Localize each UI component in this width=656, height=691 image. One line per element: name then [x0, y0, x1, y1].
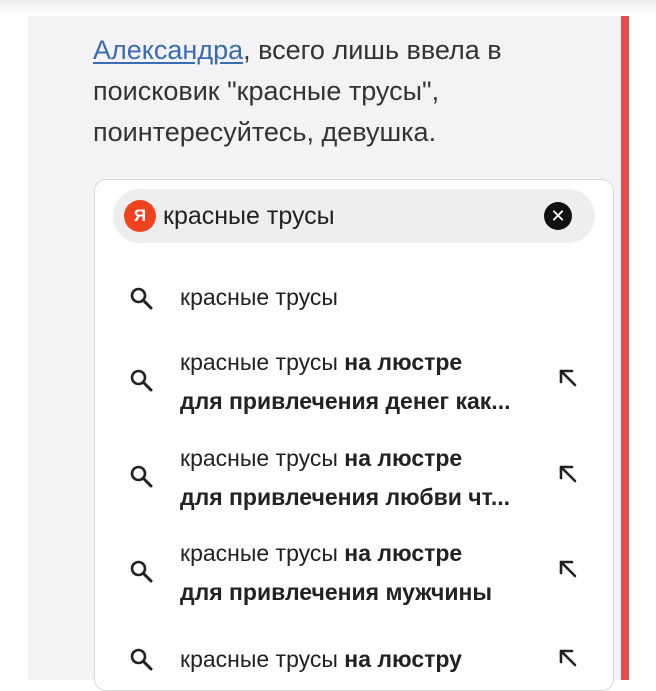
- clear-icon[interactable]: ✕: [544, 202, 572, 230]
- yandex-logo-icon: Я: [124, 200, 156, 232]
- suggestion-text: красные трусы на люстру: [180, 646, 462, 672]
- top-shadow: [0, 0, 656, 16]
- insert-suggestion-arrow-icon[interactable]: [556, 646, 580, 670]
- comment-text: Александра, всего лишь ввела в поисковик…: [93, 30, 593, 153]
- search-icon: [130, 560, 153, 583]
- suggestion-text: красные трусы на люстре для привлечения …: [180, 349, 511, 414]
- search-icon: [130, 648, 153, 671]
- accent-bar: [621, 16, 629, 680]
- author-link[interactable]: Александра: [93, 35, 243, 65]
- search-icon: [130, 465, 153, 488]
- search-query[interactable]: красные трусы: [163, 202, 335, 230]
- suggestion-text: красные трусы на люстре для привлечения …: [180, 540, 492, 605]
- suggestion-text: красные трусы на люстре для привлечения …: [180, 445, 511, 510]
- insert-suggestion-arrow-icon[interactable]: [556, 557, 580, 581]
- search-screenshot: Я красные трусы ✕ красные трусы красные …: [94, 179, 614, 691]
- insert-suggestion-arrow-icon[interactable]: [556, 462, 580, 486]
- suggestion-text: красные трусы: [180, 284, 338, 310]
- search-bar[interactable]: Я красные трусы ✕: [113, 189, 595, 243]
- search-icon: [130, 287, 153, 310]
- insert-suggestion-arrow-icon[interactable]: [556, 366, 580, 390]
- search-icon: [130, 369, 153, 392]
